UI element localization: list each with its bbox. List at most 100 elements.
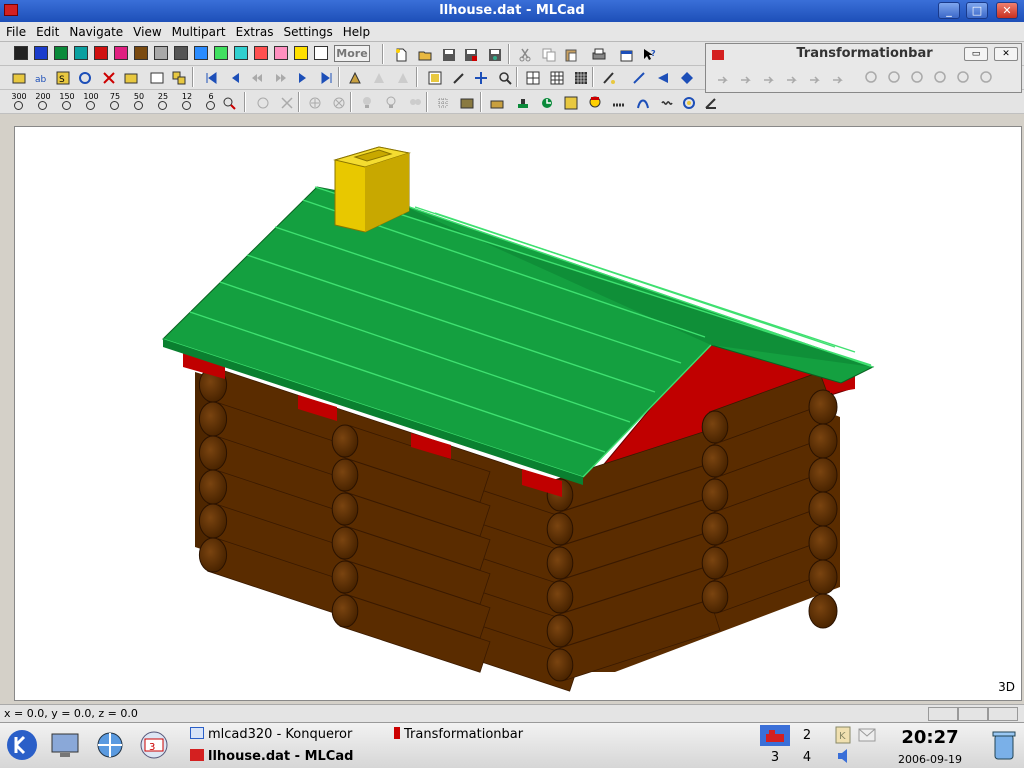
color-swatch[interactable]: [94, 46, 108, 60]
color-swatch[interactable]: [14, 46, 28, 60]
rotate-y-neg-icon[interactable]: [929, 66, 949, 86]
color-swatch[interactable]: [134, 46, 148, 60]
solid-shade-icon[interactable]: [676, 67, 696, 87]
rotate-z-pos-icon[interactable]: [952, 66, 972, 86]
move-right-icon[interactable]: [735, 66, 755, 86]
desktop-1[interactable]: [760, 725, 790, 746]
color-swatch[interactable]: [254, 46, 268, 60]
zoom-extents-icon[interactable]: [218, 92, 238, 112]
zoom-150-button[interactable]: 150: [56, 92, 78, 112]
rotate-z-neg-icon[interactable]: [975, 66, 995, 86]
next-step-icon[interactable]: [292, 67, 312, 87]
first-step-icon[interactable]: [200, 67, 220, 87]
desktop-4[interactable]: 4: [792, 747, 822, 768]
color-swatch[interactable]: [294, 46, 308, 60]
color-swatch[interactable]: [174, 46, 188, 60]
hinge-icon[interactable]: [560, 92, 580, 112]
color-swatch[interactable]: [114, 46, 128, 60]
show-desktop-icon[interactable]: [48, 727, 84, 763]
properties-icon[interactable]: [616, 44, 636, 64]
color-swatch[interactable]: [214, 46, 228, 60]
zoom-75-button[interactable]: 75: [104, 92, 126, 112]
mail-notify-icon[interactable]: [858, 726, 876, 744]
new-file-icon[interactable]: [390, 44, 410, 64]
konqueror-icon[interactable]: [92, 727, 128, 763]
zoom-tool-icon[interactable]: [494, 67, 514, 87]
fast-forward-icon[interactable]: [270, 67, 290, 87]
transformation-bar-window[interactable]: Transformationbar ▭ ✕: [705, 43, 1022, 93]
add-part-icon[interactable]: [8, 67, 28, 87]
spring-icon[interactable]: [656, 92, 676, 112]
pen-icon[interactable]: [700, 92, 720, 112]
tf-restore-button[interactable]: ▭: [964, 47, 988, 61]
text-tool-icon[interactable]: ab: [30, 67, 50, 87]
flex-icon[interactable]: [632, 92, 652, 112]
lights-icon[interactable]: [404, 92, 424, 112]
copy-icon[interactable]: [538, 44, 558, 64]
close-button[interactable]: ✕: [996, 2, 1018, 19]
rewind-icon[interactable]: [246, 67, 266, 87]
ghost-icon[interactable]: [120, 67, 140, 87]
chain-icon[interactable]: [608, 92, 628, 112]
3d-viewport[interactable]: 3D: [14, 126, 1022, 701]
mail-client-icon[interactable]: 3: [136, 727, 172, 763]
color-swatch[interactable]: [154, 46, 168, 60]
step-icon[interactable]: S: [52, 67, 72, 87]
maximize-button[interactable]: □: [966, 2, 988, 19]
minifig-base-icon[interactable]: [512, 92, 532, 112]
rotator-icon[interactable]: [678, 92, 698, 112]
volume-icon[interactable]: [836, 747, 854, 765]
color-swatch[interactable]: [74, 46, 88, 60]
menu-settings[interactable]: Settings: [278, 22, 337, 39]
rotate-view-icon[interactable]: [252, 92, 272, 112]
save-file-icon[interactable]: [438, 44, 458, 64]
paste-icon[interactable]: [560, 44, 580, 64]
task-mlcad[interactable]: llhouse.dat - MLCad: [190, 749, 353, 764]
menu-help[interactable]: Help: [337, 22, 374, 39]
rotate-x-pos-icon[interactable]: [860, 66, 880, 86]
task-konqueror[interactable]: mlcad320 - Konqueror: [190, 727, 352, 742]
kde-menu-icon[interactable]: [4, 727, 40, 763]
desktop-3[interactable]: 3: [760, 747, 790, 768]
clock[interactable]: 20:27: [880, 727, 980, 748]
task-transformationbar[interactable]: Transformationbar: [394, 727, 523, 742]
render-icon[interactable]: [598, 67, 618, 87]
move-icon[interactable]: [470, 67, 490, 87]
color-swatch[interactable]: [54, 46, 68, 60]
zoom-25-button[interactable]: 25: [152, 92, 174, 112]
group-icon[interactable]: [168, 67, 188, 87]
move-forward-icon[interactable]: [804, 66, 824, 86]
zoom-50-button[interactable]: 50: [128, 92, 150, 112]
more-colors-button[interactable]: More: [334, 45, 370, 62]
grid-icon[interactable]: [546, 67, 566, 87]
previous-step-icon[interactable]: [224, 67, 244, 87]
last-step-icon[interactable]: [316, 67, 336, 87]
rotate-y-pos-icon[interactable]: [906, 66, 926, 86]
color-swatch[interactable]: [314, 46, 328, 60]
dots-grid-icon[interactable]: [432, 92, 452, 112]
move-down-icon[interactable]: [781, 66, 801, 86]
move-back-icon[interactable]: [827, 66, 847, 86]
zoom-100-button[interactable]: 100: [80, 92, 102, 112]
print-icon[interactable]: [588, 44, 608, 64]
color-swatch[interactable]: [194, 46, 208, 60]
menu-edit[interactable]: Edit: [30, 22, 63, 39]
zoom-12-button[interactable]: 12: [176, 92, 198, 112]
reset-view-icon[interactable]: [276, 92, 296, 112]
bulb-outline-icon[interactable]: [380, 92, 400, 112]
move-left-icon[interactable]: [712, 66, 732, 86]
cut-icon[interactable]: [514, 44, 534, 64]
zoom-200-button[interactable]: 200: [32, 92, 54, 112]
add-light-icon[interactable]: [304, 92, 324, 112]
rotate-x-neg-icon[interactable]: [883, 66, 903, 86]
wireframe-icon[interactable]: [628, 67, 648, 87]
rotate-step-icon[interactable]: [74, 67, 94, 87]
minimize-button[interactable]: _: [938, 2, 960, 19]
zoom-300-button[interactable]: 300: [8, 92, 30, 112]
trash-icon[interactable]: [986, 727, 1022, 763]
bulb-icon[interactable]: [356, 92, 376, 112]
flat-shade-icon[interactable]: [652, 67, 672, 87]
help-pointer-icon[interactable]: ?: [638, 44, 658, 64]
film-icon[interactable]: [456, 92, 476, 112]
open-file-icon[interactable]: [414, 44, 434, 64]
